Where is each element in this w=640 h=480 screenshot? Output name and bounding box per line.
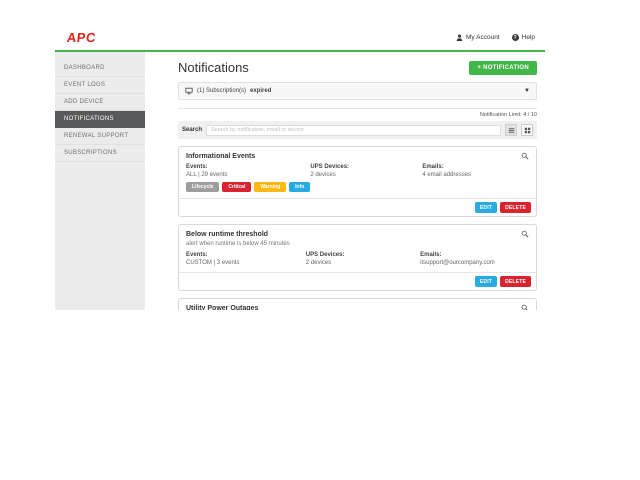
delete-button[interactable]: DELETE: [500, 202, 531, 213]
card-header: Below runtime threshold: [179, 225, 536, 241]
edit-button[interactable]: EDIT: [475, 202, 497, 213]
edit-button[interactable]: EDIT: [475, 276, 497, 287]
banner-text: (1) Subscription(s): [197, 88, 246, 94]
main-content: Notifications + NOTIFICATION (1) Subscri…: [145, 52, 545, 310]
help-link[interactable]: ? Help: [512, 34, 535, 41]
sidebar-item-event-logs[interactable]: EVENT LOGS: [55, 77, 145, 94]
help-icon: ?: [512, 34, 519, 41]
search-input[interactable]: [206, 125, 501, 136]
my-account-label: My Account: [466, 34, 500, 41]
card-title: Utility Power Outages: [186, 305, 258, 311]
events-label: Events:: [186, 164, 310, 170]
devices-value: 2 devices: [310, 172, 422, 178]
emails-label: Emails:: [420, 252, 529, 258]
card-header: Informational Events: [179, 147, 536, 163]
page-title: Notifications: [178, 60, 249, 75]
grid-view-icon: [524, 127, 531, 134]
list-view-button[interactable]: [505, 124, 517, 136]
events-value: CUSTOM | 3 events: [186, 260, 306, 266]
emails-value: 4 email addresses: [422, 172, 529, 178]
chevron-down-icon[interactable]: ▼: [524, 88, 530, 94]
sidebar-item-renewal-support[interactable]: RENEWAL SUPPORT: [55, 128, 145, 145]
search-label: Search: [182, 127, 202, 133]
card-title: Informational Events: [186, 153, 255, 160]
user-icon: [456, 34, 463, 41]
devices-label: UPS Devices:: [306, 252, 420, 258]
devices-value: 2 devices: [306, 260, 420, 266]
card-columns: Events: CUSTOM | 3 events UPS Devices: 2…: [179, 251, 536, 272]
screenshot-canvas: APC My Account ? Help DASHBOARD EVENT: [0, 0, 640, 480]
delete-button[interactable]: DELETE: [500, 276, 531, 287]
top-header: APC My Account ? Help: [55, 25, 545, 52]
events-column: Events: CUSTOM | 3 events: [186, 252, 306, 266]
emails-column: Emails: itsupport@ourcompany.com: [420, 252, 529, 266]
app-body: DASHBOARD EVENT LOGS ADD DEVICE NOTIFICA…: [55, 52, 545, 310]
devices-label: UPS Devices:: [310, 164, 422, 170]
sidebar-item-notifications[interactable]: NOTIFICATIONS: [55, 111, 145, 128]
search-magnifier-icon[interactable]: [521, 304, 529, 310]
notification-card-utility-power-outages: Utility Power Outages Utility Power Out …: [178, 298, 537, 310]
badge-info: Info: [289, 182, 310, 192]
list-view-icon: [508, 127, 515, 134]
card-actions: EDIT DELETE: [179, 272, 536, 290]
card-actions: EDIT DELETE: [179, 198, 536, 216]
severity-badges: Lifecycle Critical Warning Info: [186, 182, 310, 192]
device-monitor-icon: [185, 87, 193, 95]
notification-card-informational-events: Informational Events Events: ALL | 29 ev…: [178, 146, 537, 217]
sidebar-item-subscriptions[interactable]: SUBSCRIPTIONS: [55, 145, 145, 162]
sidebar-item-dashboard[interactable]: DASHBOARD: [55, 60, 145, 77]
emails-value: itsupport@ourcompany.com: [420, 260, 529, 266]
devices-column: UPS Devices: 2 devices: [310, 164, 422, 192]
banner-bold-word: expired: [250, 88, 271, 94]
badge-critical: Critical: [222, 182, 251, 192]
card-subtitle: alert when runtime is below 45 minutes: [179, 241, 536, 251]
search-magnifier-icon[interactable]: [521, 152, 529, 160]
subscription-expired-banner[interactable]: (1) Subscription(s) expired ▼: [178, 82, 537, 100]
emails-column: Emails: 4 email addresses: [422, 164, 529, 192]
app-window: APC My Account ? Help DASHBOARD EVENT: [55, 25, 545, 312]
search-magnifier-icon[interactable]: [521, 230, 529, 238]
search-bar: Search: [178, 121, 537, 139]
card-title: Below runtime threshold: [186, 231, 268, 238]
emails-label: Emails:: [422, 164, 529, 170]
grid-view-button[interactable]: [521, 124, 533, 136]
card-columns: Events: ALL | 29 events Lifecycle Critic…: [179, 163, 536, 198]
events-column: Events: ALL | 29 events Lifecycle Critic…: [186, 164, 310, 192]
my-account-link[interactable]: My Account: [456, 34, 500, 41]
notification-limit-text: Notification Limit: 4 / 10: [178, 108, 537, 118]
sidebar-nav: DASHBOARD EVENT LOGS ADD DEVICE NOTIFICA…: [55, 52, 145, 310]
events-label: Events:: [186, 252, 306, 258]
apc-logo: APC: [66, 30, 97, 45]
sidebar-item-add-device[interactable]: ADD DEVICE: [55, 94, 145, 111]
events-value: ALL | 29 events: [186, 172, 310, 178]
title-row: Notifications + NOTIFICATION: [178, 60, 537, 75]
header-actions: My Account ? Help: [456, 34, 535, 41]
help-label: Help: [522, 34, 535, 41]
add-notification-button[interactable]: + NOTIFICATION: [469, 61, 537, 75]
badge-warning: Warning: [254, 182, 286, 192]
notification-card-below-runtime-threshold: Below runtime threshold alert when runti…: [178, 224, 537, 291]
devices-column: UPS Devices: 2 devices: [306, 252, 420, 266]
card-header: Utility Power Outages: [179, 299, 536, 310]
badge-lifecycle: Lifecycle: [186, 182, 219, 192]
